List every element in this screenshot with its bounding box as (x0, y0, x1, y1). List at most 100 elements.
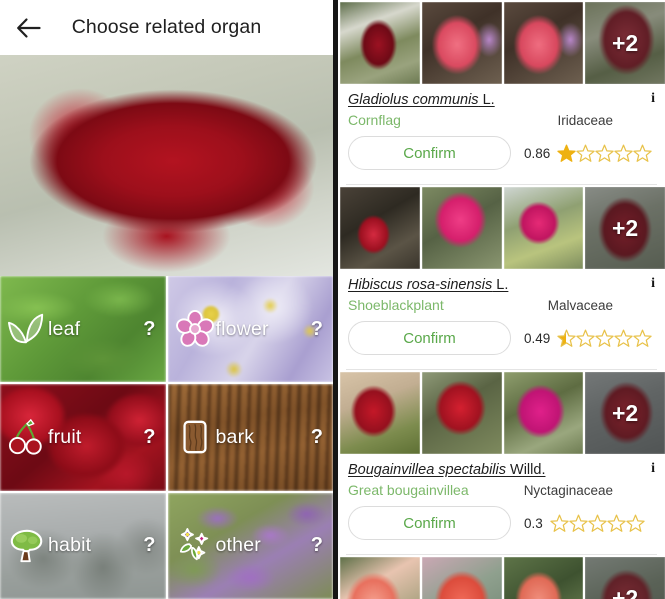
scientific-name-line: Gladiolus communis L. (348, 92, 495, 108)
result-card[interactable]: +2 Gladiolus communis L. i Cornflag Iridacea… (338, 0, 665, 185)
organ-label: bark (215, 425, 255, 448)
info-icon[interactable]: i (651, 462, 655, 476)
organ-label: other (215, 534, 261, 557)
more-images-badge[interactable]: +2 (585, 372, 665, 454)
confidence-score: 0.86 (524, 145, 551, 161)
help-icon-habit[interactable]: ? (143, 534, 155, 557)
thumbnail-3[interactable] (503, 372, 584, 454)
scientific-name: Hibiscus rosa-sinensis (348, 277, 493, 293)
help-icon-leaf[interactable]: ? (143, 318, 155, 341)
thumbnail-4[interactable]: +2 (585, 187, 665, 269)
star-empty-icon (633, 144, 652, 162)
thumbnail-2[interactable] (421, 557, 502, 599)
thumbnail-4[interactable]: +2 (585, 372, 665, 454)
thumbnail-strip: +2 (338, 0, 665, 84)
more-images-badge[interactable]: +2 (585, 187, 665, 269)
star-rating[interactable] (557, 329, 652, 348)
action-row: Confirm 0.86 (348, 136, 655, 170)
name-row: Shoeblackplant Malvaceae (348, 297, 655, 313)
family-name: Malvaceae (547, 298, 613, 313)
thumbnail-strip: +2 (338, 185, 665, 269)
thumbnail-image (503, 2, 584, 84)
thumbnail-3[interactable] (503, 2, 584, 84)
other-icon (176, 527, 214, 565)
app-bar: Choose related organ (0, 0, 333, 55)
confirm-button[interactable]: Confirm (348, 506, 511, 540)
family-name: Nyctaginaceae (523, 483, 613, 498)
scientific-name-line: Bougainvillea spectabilis Willd. (348, 462, 545, 478)
thumbnail-2[interactable] (421, 2, 502, 84)
star-empty-icon (607, 514, 626, 532)
thumbnail-image (421, 2, 502, 84)
more-images-badge[interactable]: +2 (585, 2, 665, 84)
thumbnail-3[interactable] (503, 187, 584, 269)
help-icon-bark[interactable]: ? (311, 426, 323, 449)
thumbnail-2[interactable] (421, 187, 502, 269)
star-rating[interactable] (550, 514, 645, 533)
info-icon[interactable]: i (651, 277, 655, 291)
thumbnail-image (340, 187, 420, 269)
star-empty-icon (569, 514, 588, 532)
hero-photo (0, 55, 333, 276)
thumbnail-image (503, 372, 584, 454)
star-empty-icon (550, 514, 569, 532)
result-card[interactable]: +2 (338, 555, 665, 599)
organ-row: fruit ? bark ? (0, 384, 333, 491)
results-container: +2 Gladiolus communis L. i Cornflag Iridacea… (338, 0, 665, 599)
organ-label: habit (48, 534, 92, 557)
thumbnail-2[interactable] (421, 372, 502, 454)
app-root: Choose related organ leaf ? flower ? fru… (0, 0, 665, 599)
scientific-name: Bougainvillea spectabilis (348, 462, 506, 478)
identification-results-list[interactable]: +2 Gladiolus communis L. i Cornflag Iridacea… (338, 0, 665, 599)
thumbnail-image (503, 557, 584, 599)
thumbnail-4[interactable]: +2 (585, 2, 665, 84)
thumbnail-image (421, 557, 502, 599)
star-empty-icon (595, 144, 614, 162)
family-name: Iridaceae (557, 113, 613, 128)
star-filled-icon (557, 144, 576, 162)
organ-tile-habit[interactable]: habit ? (0, 492, 166, 599)
back-button[interactable] (0, 0, 56, 55)
star-rating[interactable] (557, 144, 652, 163)
help-icon-other[interactable]: ? (311, 534, 323, 557)
arrow-left-icon (16, 17, 41, 38)
info-icon[interactable]: i (651, 92, 655, 106)
thumbnail-image (503, 187, 584, 269)
organ-tile-other[interactable]: other ? (167, 492, 333, 599)
scientific-name: Gladiolus communis (348, 92, 479, 108)
habit-icon (8, 527, 46, 565)
common-name: Great bougainvillea (348, 482, 469, 498)
thumbnail-4[interactable]: +2 (585, 557, 665, 599)
help-icon-fruit[interactable]: ? (143, 426, 155, 449)
thumbnail-1[interactable] (340, 372, 420, 454)
more-images-badge[interactable]: +2 (585, 557, 665, 599)
thumbnail-1[interactable] (340, 2, 420, 84)
result-card[interactable]: +2 Bougainvillea spectabilis Willd. i Great… (338, 370, 665, 555)
help-icon-flower[interactable]: ? (311, 318, 323, 341)
star-empty-icon (614, 329, 633, 347)
thumbnail-1[interactable] (340, 557, 420, 599)
star-half-icon (557, 329, 576, 347)
organ-tile-fruit[interactable]: fruit ? (0, 384, 166, 491)
scientific-name-line: Hibiscus rosa-sinensis L. (348, 277, 508, 293)
action-row: Confirm 0.49 (348, 321, 655, 355)
organ-tile-bark[interactable]: bark ? (167, 384, 333, 491)
fruit-icon (8, 418, 46, 456)
confirm-button[interactable]: Confirm (348, 321, 511, 355)
organ-tile-flower[interactable]: flower ? (167, 276, 333, 383)
result-card[interactable]: +2 Hibiscus rosa-sinensis L. i Shoeblackpla… (338, 185, 665, 370)
name-row: Cornflag Iridaceae (348, 112, 655, 128)
organ-row: habit ? other ? (0, 492, 333, 599)
thumbnail-1[interactable] (340, 187, 420, 269)
organ-label: flower (215, 317, 269, 340)
confirm-button[interactable]: Confirm (348, 136, 511, 170)
thumbnail-3[interactable] (503, 557, 584, 599)
star-empty-icon (595, 329, 614, 347)
organ-label: fruit (48, 425, 82, 448)
result-details: Bougainvillea spectabilis Willd. i Great b… (338, 454, 665, 548)
common-name: Cornflag (348, 112, 401, 128)
taxon-author: Willd. (506, 462, 546, 478)
taxon-author: L. (492, 277, 509, 293)
organ-tile-leaf[interactable]: leaf ? (0, 276, 166, 383)
star-empty-icon (576, 329, 595, 347)
